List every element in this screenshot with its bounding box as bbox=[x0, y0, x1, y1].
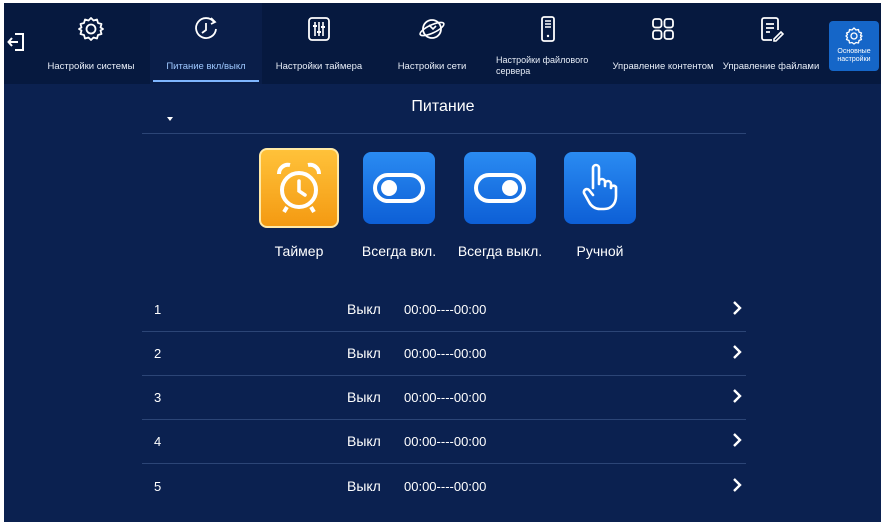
app-window: Настройки системы Питание вкл/выкл Настр… bbox=[4, 3, 881, 522]
nav-file-server-settings[interactable]: Настройки файлового сервера bbox=[488, 3, 608, 84]
mode-label: Ручной bbox=[576, 243, 624, 259]
top-navigation: Настройки системы Питание вкл/выкл Настр… bbox=[4, 3, 881, 84]
nav-label: Управление контентом bbox=[612, 61, 714, 72]
row-number: 2 bbox=[154, 346, 162, 361]
nav-label: Настройки файлового сервера bbox=[496, 55, 589, 76]
sliders-icon bbox=[308, 17, 330, 41]
toggle-off-icon bbox=[474, 173, 526, 203]
row-time: 00:00----00:00 bbox=[404, 302, 487, 317]
nav-file-management[interactable]: Управление файлами bbox=[718, 3, 824, 84]
nav-label: Питание вкл/выкл bbox=[166, 61, 246, 72]
row-time: 00:00----00:00 bbox=[404, 479, 487, 494]
chevron-right-icon[interactable] bbox=[732, 432, 742, 448]
server-icon bbox=[541, 16, 555, 42]
timer-tile bbox=[259, 148, 339, 228]
title-divider bbox=[142, 133, 746, 134]
nav-power-onoff[interactable]: Питание вкл/выкл bbox=[150, 3, 262, 84]
row-state: Выкл bbox=[347, 389, 381, 405]
alarm-clock-icon bbox=[277, 162, 321, 214]
row-number: 5 bbox=[154, 479, 162, 494]
network-globe-icon bbox=[419, 19, 445, 39]
row-state: Выкл bbox=[347, 345, 381, 361]
row-time: 00:00----00:00 bbox=[404, 434, 487, 449]
active-tab-indicator bbox=[153, 80, 259, 82]
always-on-tile bbox=[363, 152, 435, 224]
nav-network-settings[interactable]: Настройки сети bbox=[376, 3, 488, 84]
nav-label: Управление файлами bbox=[722, 61, 820, 72]
chevron-right-icon[interactable] bbox=[732, 344, 742, 360]
row-state: Выкл bbox=[347, 301, 381, 317]
schedule-row-4[interactable]: 4 Выкл 00:00----00:00 bbox=[142, 418, 746, 462]
chevron-right-icon[interactable] bbox=[732, 477, 742, 493]
nav-label: Настройки таймера bbox=[275, 61, 363, 72]
nav-content-management[interactable]: Управление контентом bbox=[608, 3, 718, 84]
basic-settings-label: Основные настройки bbox=[837, 48, 871, 63]
gear-icon bbox=[845, 27, 863, 45]
always-off-tile bbox=[464, 152, 536, 224]
row-time: 00:00----00:00 bbox=[404, 390, 487, 405]
nav-system-settings[interactable]: Настройки системы bbox=[32, 3, 150, 84]
schedule-row-5[interactable]: 5 Выкл 00:00----00:00 bbox=[142, 463, 746, 507]
row-number: 1 bbox=[154, 302, 162, 317]
row-number: 3 bbox=[154, 390, 162, 405]
nav-label: Настройки системы bbox=[47, 61, 135, 72]
exit-icon[interactable] bbox=[7, 31, 27, 53]
row-state: Выкл bbox=[347, 478, 381, 494]
gear-icon bbox=[78, 17, 104, 41]
power-timer-icon bbox=[195, 17, 217, 39]
hand-pointer-icon bbox=[582, 163, 618, 211]
dropdown-caret-icon[interactable] bbox=[167, 117, 173, 121]
toggle-on-icon bbox=[373, 173, 425, 203]
chevron-right-icon[interactable] bbox=[732, 388, 742, 404]
row-number: 4 bbox=[154, 434, 162, 449]
file-edit-icon bbox=[761, 17, 785, 42]
page-title: Питание bbox=[411, 98, 475, 115]
grid-icon bbox=[652, 18, 674, 40]
schedule-row-3[interactable]: 3 Выкл 00:00----00:00 bbox=[142, 374, 746, 418]
row-state: Выкл bbox=[347, 433, 381, 449]
schedule-row-1[interactable]: 1 Выкл 00:00----00:00 bbox=[142, 286, 746, 330]
manual-tile bbox=[564, 152, 636, 224]
nav-label: Настройки сети bbox=[397, 61, 467, 72]
nav-timer-settings[interactable]: Настройки таймера bbox=[262, 3, 376, 84]
chevron-right-icon[interactable] bbox=[732, 300, 742, 316]
basic-settings-button[interactable]: Основные настройки bbox=[829, 21, 879, 71]
schedule-row-2[interactable]: 2 Выкл 00:00----00:00 bbox=[142, 330, 746, 374]
row-time: 00:00----00:00 bbox=[404, 346, 487, 361]
